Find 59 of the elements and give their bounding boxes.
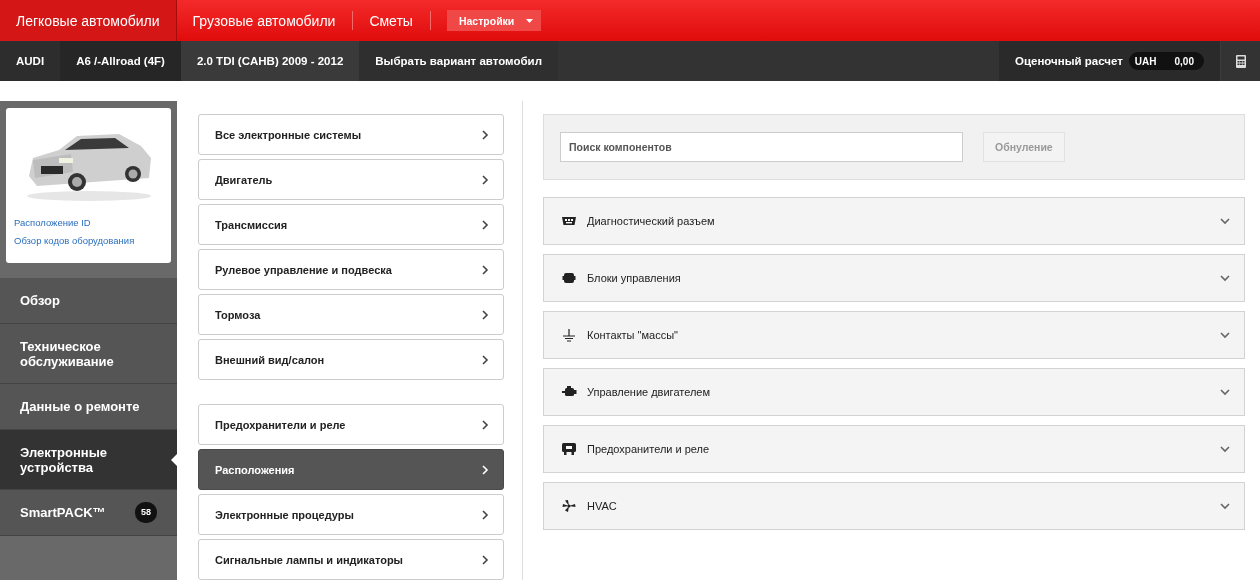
accordion-item[interactable]: HVAC [543, 482, 1245, 530]
chevron-icon [1220, 388, 1230, 396]
fuse-icon [561, 442, 577, 456]
chevron-icon [482, 129, 489, 140]
accordion-item[interactable]: Управление двигателем [543, 368, 1245, 416]
sidebar-item[interactable]: Техническое обслуживание [0, 324, 177, 384]
search-field[interactable]: Поиск компонентов [560, 132, 963, 162]
chevron-icon [1220, 217, 1230, 225]
chevron-icon [482, 309, 489, 320]
sidebar-item[interactable]: Данные о ремонте [0, 384, 177, 430]
menu-button[interactable]: Трансмиссия [198, 204, 504, 245]
breadcrumb-item[interactable]: 2.0 TDI (CAHB) 2009 - 2012 [180, 41, 360, 81]
accordion-item[interactable]: Блоки управления [543, 254, 1245, 302]
top-tab[interactable]: Сметы [353, 0, 430, 41]
breadcrumb-item[interactable]: AUDI [0, 41, 61, 81]
calculator-icon [1235, 54, 1246, 68]
breadcrumb-item[interactable]: A6 /-Allroad (4F) [60, 41, 181, 81]
connector-icon [561, 214, 577, 228]
ground-icon [561, 328, 577, 342]
estimate-label: Оценочный расчет [1015, 55, 1123, 67]
settings-dropdown[interactable]: Настройки [446, 10, 542, 31]
chevron-icon [482, 419, 489, 430]
menu-button[interactable]: Все электронные системы [198, 114, 504, 155]
accordion-item[interactable]: Контакты "массы" [543, 311, 1245, 359]
menu-button[interactable]: Сигнальные лампы и индикаторы [198, 539, 504, 580]
chevron-icon [1220, 502, 1230, 510]
chevron-icon [482, 354, 489, 365]
breadcrumb-item[interactable]: Выбрать вариант автомобил [359, 41, 558, 81]
menu-button[interactable]: Расположения [198, 449, 504, 490]
count-badge: 58 [135, 502, 157, 523]
chevron-icon [1220, 331, 1230, 339]
chevron-icon [1220, 445, 1230, 453]
sidebar-item[interactable]: SmartPACK™ 58 [0, 490, 177, 536]
menu-button[interactable]: Двигатель [198, 159, 504, 200]
top-tab[interactable]: Легковые автомобили [0, 0, 177, 41]
chevron-icon [1220, 274, 1230, 282]
chevron-icon [482, 264, 489, 275]
vehicle-link[interactable]: Обзор кодов оборудования [14, 235, 135, 246]
estimate-total: UAH 0,00 [1128, 52, 1204, 70]
engine-icon [561, 385, 577, 399]
accordion-item[interactable]: Предохранители и реле [543, 425, 1245, 473]
menu-button[interactable]: Рулевое управление и подвеска [198, 249, 504, 290]
top-tab[interactable]: Грузовые автомобили [176, 0, 353, 41]
fan-icon [561, 499, 577, 513]
menu-button[interactable]: Внешний вид/салон [198, 339, 504, 380]
chevron-icon [482, 464, 489, 475]
menu-button[interactable]: Тормоза [198, 294, 504, 335]
chevron-icon [482, 554, 489, 565]
module-icon [561, 271, 577, 285]
caret-icon [526, 18, 534, 23]
menu-button[interactable]: Электронные процедуры [198, 494, 504, 535]
chevron-icon [482, 219, 489, 230]
chevron-icon [482, 509, 489, 520]
sidebar-item[interactable]: Обзор [0, 278, 177, 324]
menu-button[interactable]: Предохранители и реле [198, 404, 504, 445]
chevron-icon [482, 174, 489, 185]
sidebar-item[interactable]: Электронные устройства [0, 430, 177, 490]
vehicle-link[interactable]: Расположение ID [14, 217, 91, 228]
accordion-item[interactable]: Диагностический разъем [543, 197, 1245, 245]
